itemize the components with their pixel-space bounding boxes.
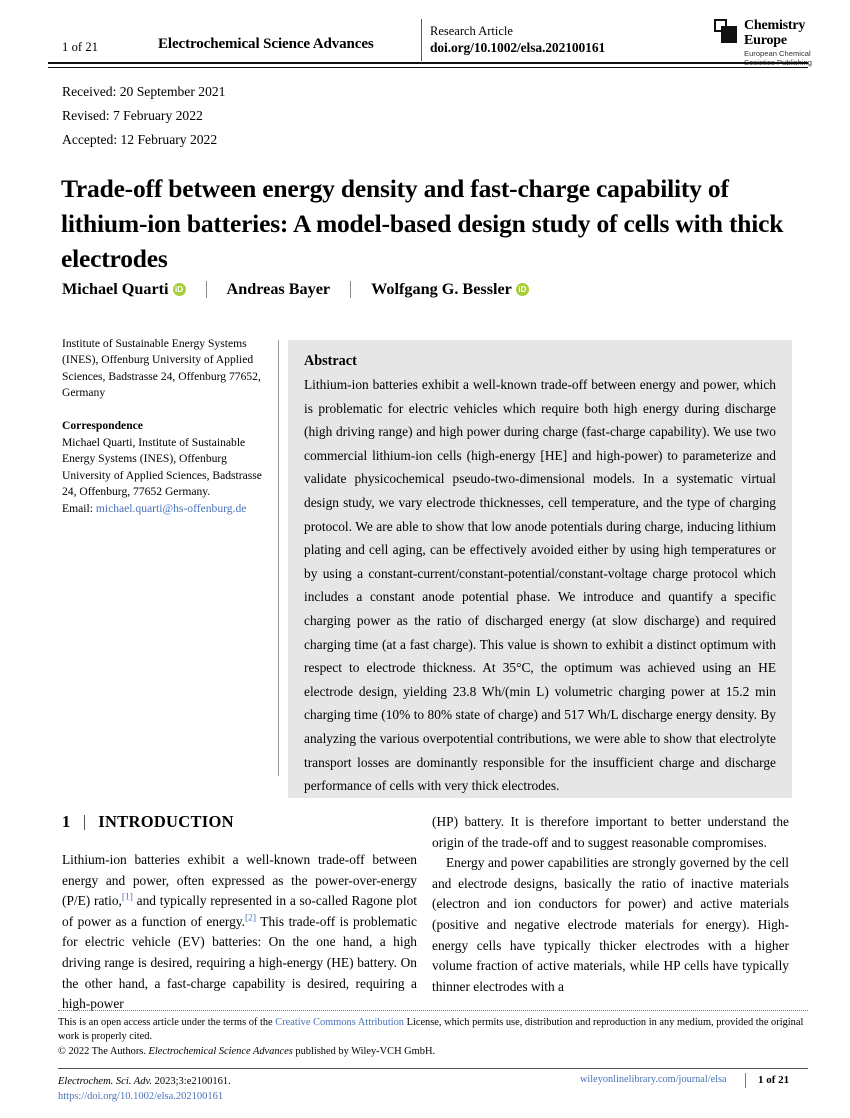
- body-column-left: Lithium-ion batteries exhibit a well-kno…: [62, 850, 417, 1015]
- footer-journal-url[interactable]: wileyonlinelibrary.com/journal/elsa: [580, 1074, 727, 1085]
- footer-citation-line: Electrochem. Sci. Adv. 2023;3:e2100161.: [58, 1074, 231, 1089]
- abstract-box: Abstract Lithium-ion batteries exhibit a…: [288, 340, 792, 798]
- footer-dashed-rule: [58, 1010, 808, 1011]
- copyright-part1: © 2022 The Authors.: [58, 1046, 149, 1057]
- email-label: Email:: [62, 501, 93, 515]
- author-2[interactable]: Andreas Bayer: [227, 280, 331, 299]
- logo-name-line1: Chemistry: [744, 18, 806, 33]
- citation-link-1[interactable]: [1]: [122, 893, 133, 903]
- citation-link-2[interactable]: [2]: [245, 913, 256, 924]
- author-3[interactable]: Wolfgang G. Bessler: [371, 280, 529, 299]
- license-text-part1: This is an open access article under the…: [58, 1017, 276, 1028]
- affiliation: Institute of Sustainable Energy Systems …: [62, 337, 261, 400]
- article-title: Trade-off between energy density and fas…: [61, 174, 784, 274]
- running-head: 1 of 21 Electrochemical Science Advances…: [48, 14, 812, 67]
- license-text: This is an open access article under the…: [58, 1016, 808, 1044]
- author-3-name: Wolfgang G. Bessler: [371, 280, 512, 298]
- author-separator: [205, 281, 207, 298]
- footer-citation-rest: 2023;3:e2100161.: [151, 1076, 231, 1087]
- author-1-name: Michael Quarti: [62, 280, 169, 298]
- running-head-page-number: 1 of 21: [62, 40, 99, 54]
- orcid-icon[interactable]: [515, 283, 529, 296]
- section-heading-introduction: 1 INTRODUCTION: [62, 812, 234, 832]
- author-2-name: Andreas Bayer: [226, 280, 331, 298]
- logo-name-line2: Europe: [744, 33, 787, 48]
- abstract-text: Lithium-ion batteries exhibit a well-kno…: [304, 377, 776, 794]
- section-title: INTRODUCTION: [98, 812, 234, 831]
- author-1[interactable]: Michael Quarti: [62, 280, 186, 299]
- date-revised: Revised: 7 February 2022: [62, 108, 203, 123]
- body-right-paragraph-1: (HP) battery. It is therefore important …: [432, 814, 789, 850]
- logo-subtitle-line1: European Chemical: [744, 49, 811, 58]
- article-page: 1 of 21 Electrochemical Science Advances…: [0, 0, 850, 1118]
- orcid-icon[interactable]: [172, 283, 186, 296]
- chemistry-europe-squares-icon: [714, 19, 738, 45]
- author-info-column: Institute of Sustainable Energy Systems …: [62, 336, 264, 517]
- running-head-journal-title: Electrochemical Science Advances: [158, 36, 374, 52]
- date-received: Received: 20 September 2021: [62, 84, 226, 99]
- footer-citation-journal: Electrochem. Sci. Adv.: [58, 1076, 152, 1087]
- date-accepted: Accepted: 12 February 2022: [62, 132, 218, 147]
- email-link[interactable]: michael.quarti@hs-offenburg.de: [96, 502, 247, 515]
- correspondence-email-row: Email: michael.quarti@hs-offenburg.de: [62, 501, 264, 517]
- body-right-paragraph-2: Energy and power capabilities are strong…: [432, 855, 789, 994]
- footer-rule: [58, 1068, 808, 1070]
- correspondence-heading: Correspondence: [62, 418, 143, 432]
- header-rule-thick: [48, 62, 808, 65]
- running-head-article-type: Research Article: [430, 24, 513, 38]
- square-filled-icon: [721, 26, 737, 43]
- footer-page-number: 1 of 21: [758, 1074, 790, 1086]
- footer-doi-link[interactable]: https://doi.org/10.1002/elsa.202100161: [58, 1089, 231, 1104]
- author-list: Michael Quarti Andreas Bayer Wolfgang G.…: [62, 280, 802, 299]
- abstract-heading: Abstract: [304, 353, 357, 369]
- copyright-journal: Electrochemical Science Advances: [148, 1046, 293, 1057]
- submission-dates: Received: 20 September 2021 Revised: 7 F…: [62, 80, 225, 152]
- author-separator: [350, 281, 352, 298]
- running-head-divider: [421, 19, 422, 61]
- creative-commons-link[interactable]: Creative Commons Attribution: [275, 1017, 404, 1028]
- footer-divider: [745, 1073, 746, 1088]
- correspondence-block: Correspondence Michael Quarti, Institute…: [62, 418, 264, 517]
- column-divider: [278, 340, 280, 776]
- body-column-right: (HP) battery. It is therefore important …: [432, 812, 789, 997]
- header-rule-thin: [48, 66, 808, 68]
- section-number: 1: [62, 812, 71, 831]
- copyright-part2: published by Wiley-VCH GmbH.: [292, 1046, 436, 1057]
- chemistry-europe-logo: Chemistry Europe European Chemical Socie…: [714, 14, 814, 66]
- copyright-text: © 2022 The Authors. Electrochemical Scie…: [58, 1045, 808, 1059]
- correspondence-address: Michael Quarti, Institute of Sustainable…: [62, 436, 262, 499]
- running-head-doi[interactable]: doi.org/10.1002/elsa.202100161: [430, 40, 605, 56]
- section-heading-divider: [84, 814, 86, 830]
- footer-citation: Electrochem. Sci. Adv. 2023;3:e2100161. …: [58, 1074, 231, 1104]
